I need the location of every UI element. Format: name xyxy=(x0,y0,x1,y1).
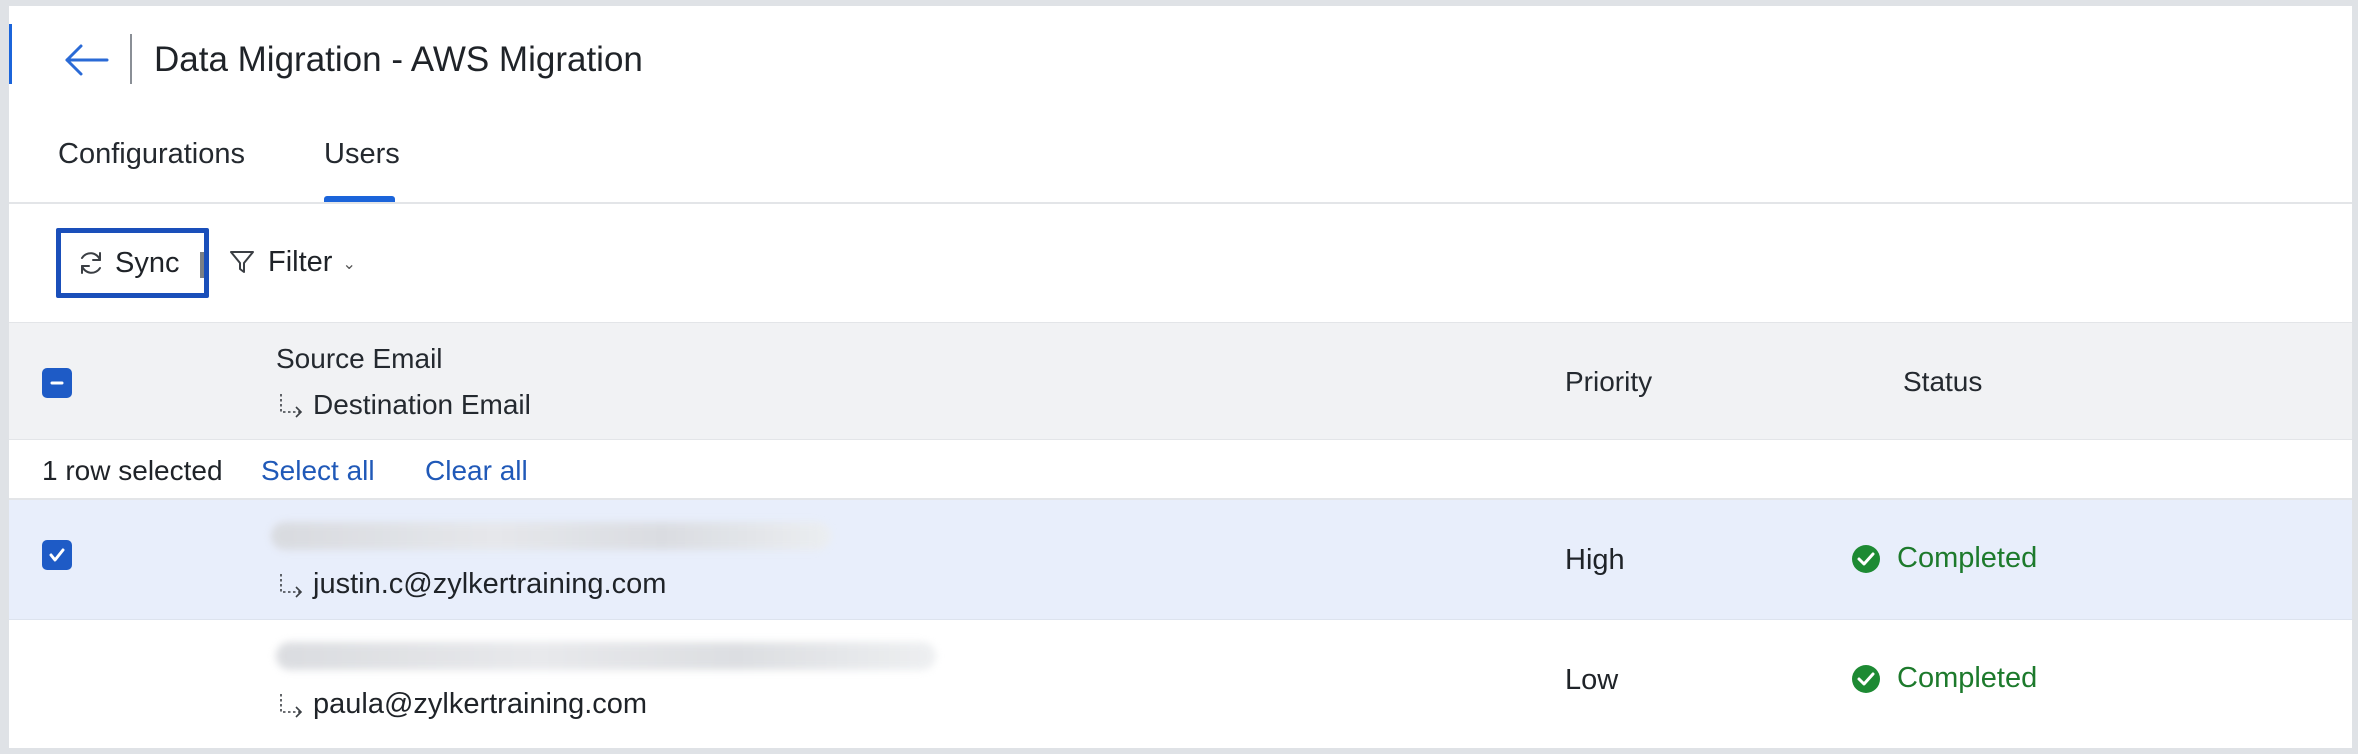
destination-email: justin.c@zylkertraining.com xyxy=(313,568,667,600)
header-divider xyxy=(130,34,132,84)
page-title: Data Migration - AWS Migration xyxy=(154,40,643,79)
column-source-email: Source Email xyxy=(276,343,443,374)
row-checkbox[interactable] xyxy=(42,540,72,570)
selection-bar: 1 row selected Select all Clear all xyxy=(9,440,2352,500)
indent-arrow-icon xyxy=(280,394,303,418)
column-priority[interactable]: Priority xyxy=(1565,366,1652,398)
tab-configurations[interactable]: Configurations xyxy=(58,138,245,171)
clear-all-link[interactable]: Clear all xyxy=(425,455,528,487)
destination-email-wrap: paula@zylkertraining.com xyxy=(277,688,647,721)
toolbar: Sync Filter ⌄ xyxy=(9,204,2352,322)
active-tab-indicator xyxy=(324,196,395,202)
tab-bar: Configurations Users xyxy=(9,116,2352,204)
priority-value: High xyxy=(1565,544,1625,576)
column-status[interactable]: Status xyxy=(1903,366,1982,398)
source-email-redacted xyxy=(271,522,831,550)
indent-arrow-icon xyxy=(280,573,303,598)
source-email-redacted xyxy=(276,642,936,670)
sync-label: Sync xyxy=(115,246,180,279)
table-row[interactable]: justin.c@zylkertraining.com High Complet… xyxy=(9,500,2352,620)
priority-value: Low xyxy=(1565,664,1619,696)
check-icon xyxy=(49,548,65,562)
select-all-link[interactable]: Select all xyxy=(261,455,375,487)
app-window: Data Migration - AWS Migration Configura… xyxy=(9,6,2352,748)
check-circle-icon xyxy=(1852,544,1880,573)
status-label: Completed xyxy=(1897,662,2038,694)
chevron-down-icon: ⌄ xyxy=(342,256,356,273)
page-header: Data Migration - AWS Migration xyxy=(9,6,2352,116)
status-badge: Completed xyxy=(1851,662,2037,695)
back-button[interactable] xyxy=(59,34,115,86)
minus-icon xyxy=(50,381,64,385)
selection-count: 1 row selected xyxy=(42,455,223,486)
column-destination-email-wrap: Destination Email xyxy=(277,389,531,421)
check-circle-icon xyxy=(1852,664,1880,693)
arrow-left-icon xyxy=(65,44,109,76)
table-header: Source Email Destination Email Priority … xyxy=(9,322,2352,440)
select-all-checkbox[interactable] xyxy=(42,368,72,398)
refresh-icon xyxy=(81,252,101,274)
indent-arrow-icon xyxy=(280,693,303,718)
sync-button[interactable]: Sync xyxy=(56,228,209,298)
funnel-icon xyxy=(230,251,254,273)
status-badge: Completed xyxy=(1851,542,2037,575)
toolbar-separator xyxy=(200,252,204,278)
status-label: Completed xyxy=(1897,542,2038,574)
tab-users[interactable]: Users xyxy=(324,138,400,171)
table-row[interactable]: paula@zylkertraining.com Low Completed xyxy=(9,620,2352,740)
destination-email-wrap: justin.c@zylkertraining.com xyxy=(277,568,666,601)
destination-email: paula@zylkertraining.com xyxy=(313,688,648,720)
filter-label: Filter xyxy=(268,245,333,278)
column-destination-email: Destination Email xyxy=(313,389,531,420)
filter-button[interactable]: Filter ⌄ xyxy=(228,242,356,282)
